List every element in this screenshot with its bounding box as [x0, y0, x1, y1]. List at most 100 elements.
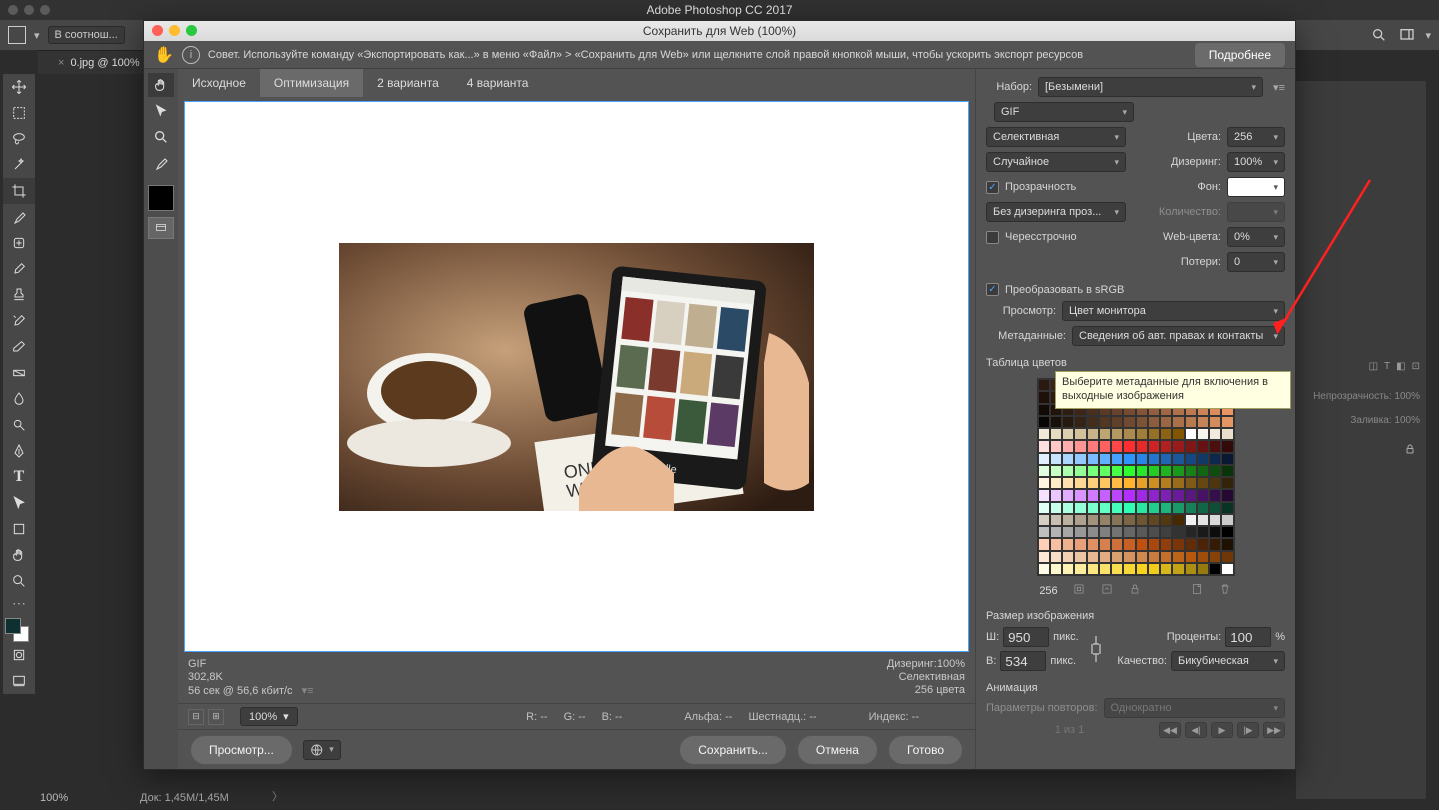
done-button[interactable]: Готово [888, 735, 963, 765]
screenmode-icon[interactable] [3, 668, 35, 694]
lock-icon[interactable] [1404, 443, 1416, 458]
preview-button[interactable]: Просмотр... [190, 735, 293, 765]
move-tool-icon[interactable] [3, 74, 35, 100]
chevron-right-icon[interactable]: 〉 [272, 788, 283, 804]
transp-dither-select[interactable]: Без дизеринга проз...▾ [986, 202, 1126, 222]
dodge-tool-icon[interactable] [3, 412, 35, 438]
colors-select[interactable]: 256▾ [1227, 127, 1285, 147]
slice-select-icon[interactable] [148, 99, 174, 123]
hand-tool-icon[interactable] [148, 73, 174, 97]
slice-visibility-icon[interactable] [148, 217, 174, 239]
ct-snap-icon[interactable] [1072, 582, 1086, 599]
panel-icon[interactable]: ◫ [1369, 361, 1378, 372]
ct-lock-icon[interactable] [1128, 582, 1142, 599]
color-swatch[interactable] [3, 618, 35, 642]
palette-select[interactable]: Селективная▾ [986, 127, 1126, 147]
gradient-tool-icon[interactable] [3, 360, 35, 386]
metadata-select[interactable]: Сведения об авт. правах и контакты▾ [1072, 326, 1285, 346]
hand-tool-icon[interactable] [3, 542, 35, 568]
quality-select[interactable]: Бикубическая▾ [1171, 651, 1285, 671]
grid-plus-icon[interactable]: ⊞ [208, 709, 224, 725]
dither-alg-select[interactable]: Случайное▾ [986, 152, 1126, 172]
eyedropper-tool-icon[interactable] [3, 204, 35, 230]
tab-optimized[interactable]: Оптимизация [260, 69, 363, 97]
crop-tool-icon [8, 26, 26, 44]
dither-value[interactable]: 100%▾ [1227, 152, 1285, 172]
percent-input[interactable] [1225, 627, 1271, 647]
width-input[interactable] [1003, 627, 1049, 647]
menu-icon[interactable]: ▾≡ [302, 685, 314, 697]
workspace-icon[interactable] [1397, 25, 1417, 45]
close-tab-icon[interactable]: × [58, 57, 64, 69]
zoom-tool-icon[interactable] [148, 125, 174, 149]
app-titlebar: Adobe Photoshop CC 2017 [0, 0, 1439, 20]
height-input[interactable] [1000, 651, 1046, 671]
hand-icon: ✋ [154, 45, 174, 65]
zoom-tool-icon[interactable] [3, 568, 35, 594]
maximize-icon[interactable] [186, 25, 197, 36]
zoom-select[interactable]: 100%▾ [240, 707, 298, 726]
preview-canvas[interactable]: ONES T WATC [184, 101, 969, 652]
color-table-label: Таблица цветов [986, 357, 1285, 369]
marquee-tool-icon[interactable] [3, 100, 35, 126]
panel-icon[interactable]: T [1384, 361, 1390, 372]
colors-label: Цвета: [1187, 131, 1221, 143]
preset-label: Набор: [986, 81, 1032, 93]
ct-new-icon[interactable] [1190, 582, 1204, 599]
eyedropper-color[interactable] [148, 185, 174, 211]
shape-tool-icon[interactable] [3, 516, 35, 542]
tab-2up[interactable]: 2 варианта [363, 69, 453, 97]
imagesize-label: Размер изображения [986, 610, 1285, 622]
tip-more-button[interactable]: Подробнее [1195, 43, 1285, 67]
format-select[interactable]: GIF▾ [994, 102, 1134, 122]
close-icon[interactable] [152, 25, 163, 36]
crop-tool-icon[interactable] [3, 178, 35, 204]
stamp-tool-icon[interactable] [3, 282, 35, 308]
last-frame-button: ▶▶ [1263, 722, 1285, 738]
preview-image: ONES T WATC [339, 243, 814, 511]
save-button[interactable]: Сохранить... [679, 735, 787, 765]
lasso-tool-icon[interactable] [3, 126, 35, 152]
photoshop-right-panels: ◫ T ◧ ⊡ Непрозрачность: 100% Заливка: 10… [1295, 80, 1427, 800]
ct-trash-icon[interactable] [1218, 582, 1232, 599]
panel-menu-icon[interactable]: ▾≡ [1273, 81, 1285, 94]
readout-g: G: -- [564, 711, 586, 723]
eyedropper-icon[interactable] [148, 151, 174, 175]
websnap-value[interactable]: 0%▾ [1227, 227, 1285, 247]
brush-tool-icon[interactable] [3, 256, 35, 282]
blur-tool-icon[interactable] [3, 386, 35, 412]
type-tool-icon[interactable]: T [3, 464, 35, 490]
tab-4up[interactable]: 4 варианта [453, 69, 543, 97]
lossy-value[interactable]: 0▾ [1227, 252, 1285, 272]
link-dimensions-icon[interactable] [1087, 634, 1105, 664]
transparency-checkbox[interactable]: ✓ [986, 181, 999, 194]
minimize-icon[interactable] [169, 25, 180, 36]
quickmask-icon[interactable] [3, 642, 35, 668]
tip-text: Совет. Используйте команду «Экспортирова… [208, 49, 1187, 61]
panel-icon[interactable]: ⊡ [1412, 361, 1420, 372]
dialog-title: Сохранить для Web (100%) [643, 24, 796, 38]
tab-source[interactable]: Исходное [178, 69, 260, 97]
ratio-select[interactable]: В соотнош... [48, 26, 125, 44]
path-select-icon[interactable] [3, 490, 35, 516]
wand-tool-icon[interactable] [3, 152, 35, 178]
interlaced-checkbox[interactable]: ✓ [986, 231, 999, 244]
browser-preview-select[interactable]: ▾ [303, 740, 341, 760]
info-format: GIF [188, 658, 314, 670]
eraser-tool-icon[interactable] [3, 334, 35, 360]
more-tools-icon[interactable]: ⋯ [3, 594, 35, 612]
cancel-button[interactable]: Отмена [797, 735, 878, 765]
document-tab[interactable]: × 0.jpg @ 100% [38, 50, 152, 74]
preset-select[interactable]: [Безымени]▾ [1038, 77, 1263, 97]
matte-select[interactable]: ▾ [1227, 177, 1285, 197]
grid-minus-icon[interactable]: ⊟ [188, 709, 204, 725]
panel-icon[interactable]: ◧ [1396, 361, 1405, 372]
history-brush-icon[interactable] [3, 308, 35, 334]
ct-shift-icon[interactable] [1100, 582, 1114, 599]
preview-profile-select[interactable]: Цвет монитора▾ [1062, 301, 1285, 321]
search-icon[interactable] [1369, 25, 1389, 45]
heal-tool-icon[interactable] [3, 230, 35, 256]
info-size: 302,8K [188, 671, 314, 683]
srgb-checkbox[interactable]: ✓ [986, 283, 999, 296]
pen-tool-icon[interactable] [3, 438, 35, 464]
